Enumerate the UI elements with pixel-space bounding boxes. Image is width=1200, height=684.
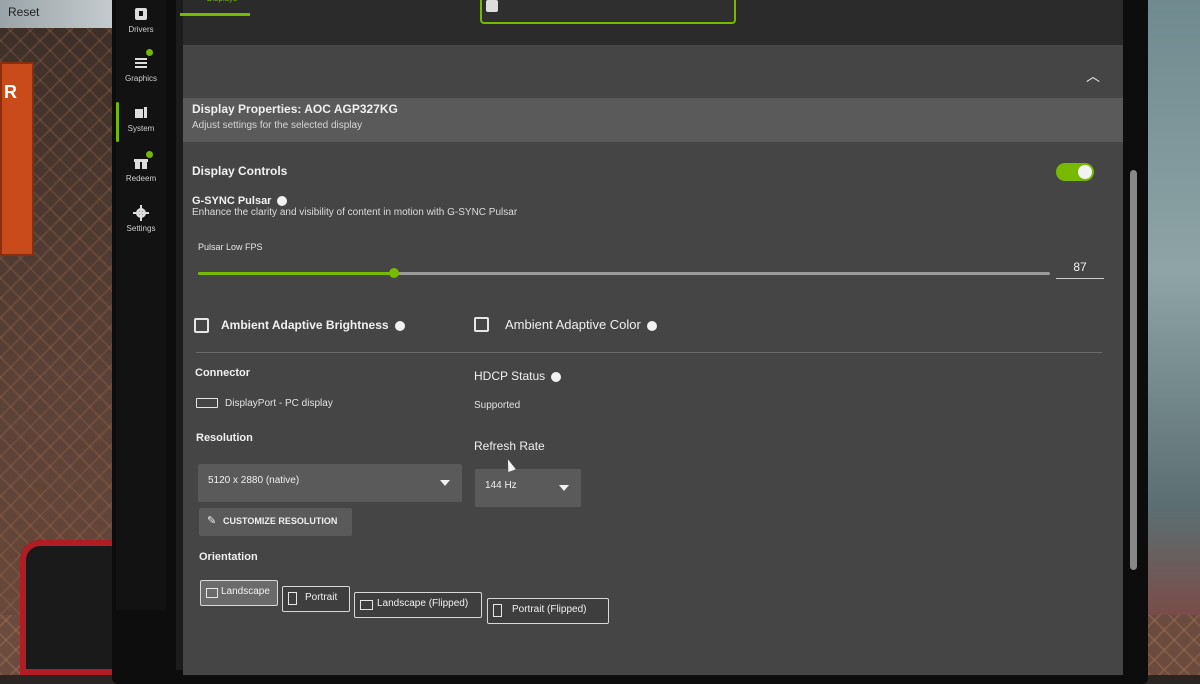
portrait-icon (288, 592, 297, 605)
scrollbar[interactable] (1130, 170, 1137, 570)
background-sign: R (0, 62, 34, 256)
orientation-option-label: Portrait (Flipped) (512, 604, 587, 615)
system-icon (135, 107, 147, 118)
sidebar-item-label: Redeem (125, 174, 157, 183)
info-icon[interactable] (277, 196, 288, 207)
gsync-label: G-SYNC Pulsar (192, 195, 288, 207)
sidebar: Drivers Graphics System Redeem Settings (116, 0, 166, 610)
display-controls-label: Display Controls (192, 164, 288, 178)
slider-label: Pulsar Low FPS (198, 242, 263, 252)
drivers-icon (135, 8, 147, 20)
displayport-icon (196, 398, 218, 408)
sidebar-item-label: Drivers (128, 25, 154, 34)
divider (196, 352, 1102, 353)
orientation-option-label: Portrait (305, 592, 338, 603)
orientation-option-label: Landscape (Flipped) (377, 598, 469, 609)
ambient-brightness-checkbox[interactable] (194, 318, 209, 333)
orientation-landscape-flipped[interactable]: Landscape (Flipped) (354, 592, 482, 618)
chevron-down-icon (440, 480, 450, 486)
ambient-color-label: Ambient Adaptive Color (505, 317, 657, 332)
customize-resolution-button[interactable]: ✎ CUSTOMIZE RESOLUTION (199, 508, 352, 536)
display-controls-toggle[interactable] (1056, 163, 1094, 181)
sidebar-item-label: Graphics (124, 74, 157, 83)
sidebar-item-system[interactable]: System (116, 105, 166, 133)
resolution-label: Resolution (196, 432, 253, 444)
notification-dot (146, 49, 153, 56)
slider-thumb[interactable] (388, 268, 399, 278)
orientation-portrait[interactable]: Portrait (282, 586, 350, 612)
panel-subtitle: Adjust settings for the selected display (192, 120, 363, 131)
portrait-flipped-icon (493, 604, 502, 617)
info-icon[interactable] (646, 320, 657, 331)
info-icon[interactable] (394, 320, 405, 331)
gsync-description: Enhance the clarity and visibility of co… (192, 207, 518, 218)
gear-icon (133, 205, 149, 221)
orientation-landscape[interactable]: Landscape (200, 580, 278, 606)
orientation-option-label: Landscape (221, 586, 270, 597)
hdcp-label-text: HDCP Status (474, 369, 546, 383)
refresh-rate-label: Refresh Rate (474, 439, 545, 453)
resolution-dropdown[interactable]: 5120 x 2880 (native) (198, 464, 462, 502)
selected-display-card[interactable] (480, 0, 736, 24)
slider-fill (198, 272, 394, 275)
orientation-label: Orientation (199, 551, 258, 563)
resolution-value: 5120 x 2880 (native) (208, 475, 300, 486)
orientation-portrait-flipped[interactable]: Portrait (Flipped) (487, 598, 609, 624)
hdcp-value: Supported (474, 400, 521, 411)
reset-label: Reset (8, 5, 40, 19)
refresh-rate-dropdown[interactable]: 144 Hz (475, 469, 581, 507)
sidebar-item-redeem[interactable]: Redeem (116, 151, 166, 183)
sidebar-item-label: System (127, 124, 155, 133)
graphics-icon (135, 58, 147, 68)
sidebar-item-drivers[interactable]: Drivers (116, 6, 166, 34)
info-icon[interactable] (551, 371, 562, 382)
pencil-icon: ✎ (207, 515, 217, 527)
refresh-rate-value: 144 Hz (485, 480, 517, 491)
notification-dot (146, 151, 153, 158)
slider-value-field[interactable]: 87 (1056, 260, 1104, 279)
reset-strip[interactable]: Reset (0, 0, 120, 28)
connector-value: DisplayPort - PC display (225, 398, 333, 409)
gsync-label-text: G-SYNC Pulsar (192, 195, 272, 207)
landscape-icon (206, 588, 218, 598)
ambient-brightness-text: Ambient Adaptive Brightness (221, 318, 389, 332)
sidebar-item-graphics[interactable]: Graphics (116, 49, 166, 83)
hdcp-label: HDCP Status (474, 369, 562, 383)
puzzle-icon (486, 0, 498, 12)
tab-displays[interactable]: Displays (193, 0, 251, 16)
ambient-color-checkbox[interactable] (474, 317, 489, 332)
panel-title: Display Properties: AOC AGP327KG (192, 102, 398, 116)
landscape-flipped-icon (360, 600, 373, 610)
sidebar-item-label: Settings (126, 224, 156, 233)
ambient-brightness-label: Ambient Adaptive Brightness (221, 318, 405, 332)
ambient-color-text: Ambient Adaptive Color (505, 317, 641, 332)
pulsar-low-fps-slider[interactable] (198, 268, 1050, 278)
customize-resolution-label: CUSTOMIZE RESOLUTION (223, 516, 338, 526)
connector-label: Connector (195, 367, 250, 379)
sidebar-item-settings[interactable]: Settings (116, 205, 166, 233)
chevron-down-icon (559, 485, 569, 491)
chevron-up-icon[interactable]: ︿ (1086, 68, 1102, 84)
